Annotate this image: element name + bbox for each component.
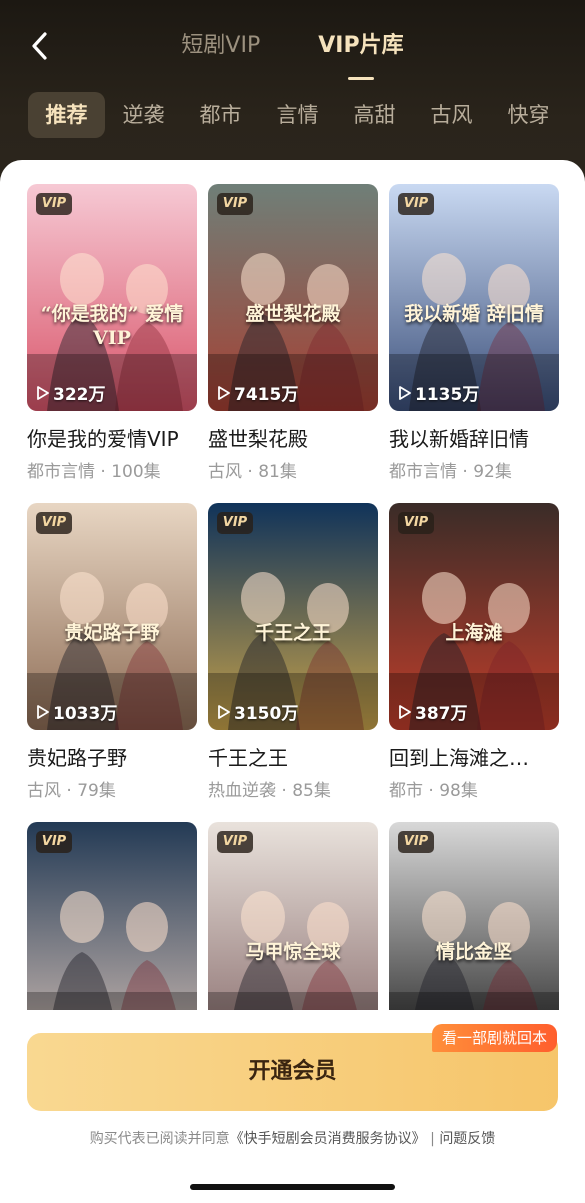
drama-meta: 都市 · 98集: [389, 781, 478, 801]
poster-title-art: 我以新婚 辞旧情: [404, 303, 544, 325]
play-icon: [37, 385, 49, 400]
play-icon: [218, 385, 230, 400]
drama-title[interactable]: 千王之王: [208, 742, 383, 771]
play-count-value: 387万: [415, 704, 468, 724]
category-urban[interactable]: 都市: [182, 92, 259, 138]
vip-badge: VIP: [36, 512, 72, 534]
drama-card[interactable]: “你是我的” 爱情VIP VIP 322万 你是我的爱情VIP 都市言情 · 100集: [27, 184, 197, 482]
poster-title-art: 贵妃路子野: [64, 622, 160, 644]
drama-card[interactable]: 我以新婚 辞旧情 VIP 1135万 我以新婚辞旧情 都市言情 · 92集: [389, 184, 559, 482]
drama-title[interactable]: 我以新婚辞旧情: [389, 423, 564, 452]
poster-title-art: 千王之王: [254, 622, 331, 644]
promo-tag: 看一部剧就回本: [431, 1024, 557, 1052]
play-count: 387万: [399, 699, 468, 724]
play-count: 7415万: [218, 380, 298, 405]
drama-meta: 热血逆袭 · 85集: [208, 781, 331, 801]
vip-badge: VIP: [398, 831, 434, 853]
vip-badge: VIP: [36, 831, 72, 853]
agreement-link[interactable]: 《快手短剧会员消费服务协议》: [230, 1131, 426, 1147]
drama-poster[interactable]: 我以新婚 辞旧情 VIP 1135万: [389, 184, 559, 411]
drama-poster[interactable]: 贵妃路子野 VIP 1033万: [27, 503, 197, 730]
play-icon: [37, 704, 49, 719]
play-icon: [218, 704, 230, 719]
feedback-link[interactable]: 问题反馈: [439, 1131, 495, 1147]
header-tabs: 短剧VIP VIP片库: [0, 28, 585, 72]
play-count: 322万: [37, 380, 106, 405]
category-romance[interactable]: 言情: [259, 92, 336, 138]
poster-title-art: 上海滩: [445, 622, 503, 644]
agreement-text: 购买代表已阅读并同意《快手短剧会员消费服务协议》 | 问题反馈: [0, 1128, 585, 1148]
drama-poster[interactable]: 盛世梨花殿 VIP 7415万: [208, 184, 378, 411]
drama-meta: 古风 · 81集: [208, 462, 297, 482]
vip-badge: VIP: [36, 193, 72, 215]
vip-badge: VIP: [217, 193, 253, 215]
play-icon: [399, 704, 411, 719]
drama-card[interactable]: 盛世梨花殿 VIP 7415万 盛世梨花殿古风 · 81集: [208, 184, 378, 482]
vip-badge: VIP: [217, 512, 253, 534]
vip-badge: VIP: [217, 831, 253, 853]
home-indicator: [190, 1184, 395, 1190]
vip-badge: VIP: [398, 512, 434, 534]
agreement-separator: |: [425, 1131, 440, 1147]
play-count-value: 322万: [53, 385, 106, 405]
play-count-value: 1135万: [415, 385, 480, 405]
drama-meta: 都市言情 · 92集: [389, 462, 512, 482]
category-sweet[interactable]: 高甜: [336, 92, 413, 138]
category-counterattack[interactable]: 逆袭: [105, 92, 182, 138]
category-recommend[interactable]: 推荐: [28, 92, 105, 138]
drama-poster[interactable]: 千王之王 VIP 3150万: [208, 503, 378, 730]
agreement-prefix: 购买代表已阅读并同意: [89, 1131, 230, 1147]
drama-title[interactable]: 盛世梨花殿: [208, 423, 383, 452]
drama-card[interactable]: 千王之王 VIP 3150万 千王之王热血逆袭 · 85集: [208, 503, 378, 801]
play-icon: [399, 385, 411, 400]
play-count: 3150万: [218, 699, 298, 724]
drama-meta: 古风 · 79集: [27, 781, 116, 801]
play-count-value: 7415万: [234, 385, 299, 405]
category-bar: 推荐 逆袭 都市 言情 高甜 古风 快穿: [28, 92, 567, 138]
drama-poster[interactable]: 上海滩 VIP 387万: [389, 503, 559, 730]
drama-poster[interactable]: “你是我的” 爱情VIP VIP 322万: [27, 184, 197, 411]
drama-title[interactable]: 你是我的爱情VIP: [27, 423, 202, 452]
drama-title[interactable]: 贵妃路子野: [27, 742, 202, 771]
poster-title-art: 情比金坚: [435, 941, 512, 963]
play-count: 1033万: [37, 699, 117, 724]
drama-title[interactable]: 回到上海滩之…: [389, 742, 564, 771]
drama-card[interactable]: 贵妃路子野 VIP 1033万 贵妃路子野古风 · 79集: [27, 503, 197, 801]
category-time-travel[interactable]: 快穿: [490, 92, 567, 138]
drama-meta: 都市言情 · 100集: [27, 462, 161, 482]
poster-title-art: “你是我的” 爱情VIP: [40, 303, 184, 349]
poster-title-art: 盛世梨花殿: [245, 303, 341, 325]
play-count-value: 1033万: [53, 704, 118, 724]
category-ancient[interactable]: 古风: [413, 92, 490, 138]
drama-card[interactable]: 上海滩 VIP 387万 回到上海滩之… 都市 · 98集: [389, 503, 559, 801]
play-count-value: 3150万: [234, 704, 299, 724]
poster-title-art: 马甲惊全球: [245, 941, 341, 963]
tab-vip-library[interactable]: VIP片库: [318, 28, 403, 72]
tab-short-drama-vip[interactable]: 短剧VIP: [181, 28, 260, 72]
vip-badge: VIP: [398, 193, 434, 215]
play-count: 1135万: [399, 380, 479, 405]
